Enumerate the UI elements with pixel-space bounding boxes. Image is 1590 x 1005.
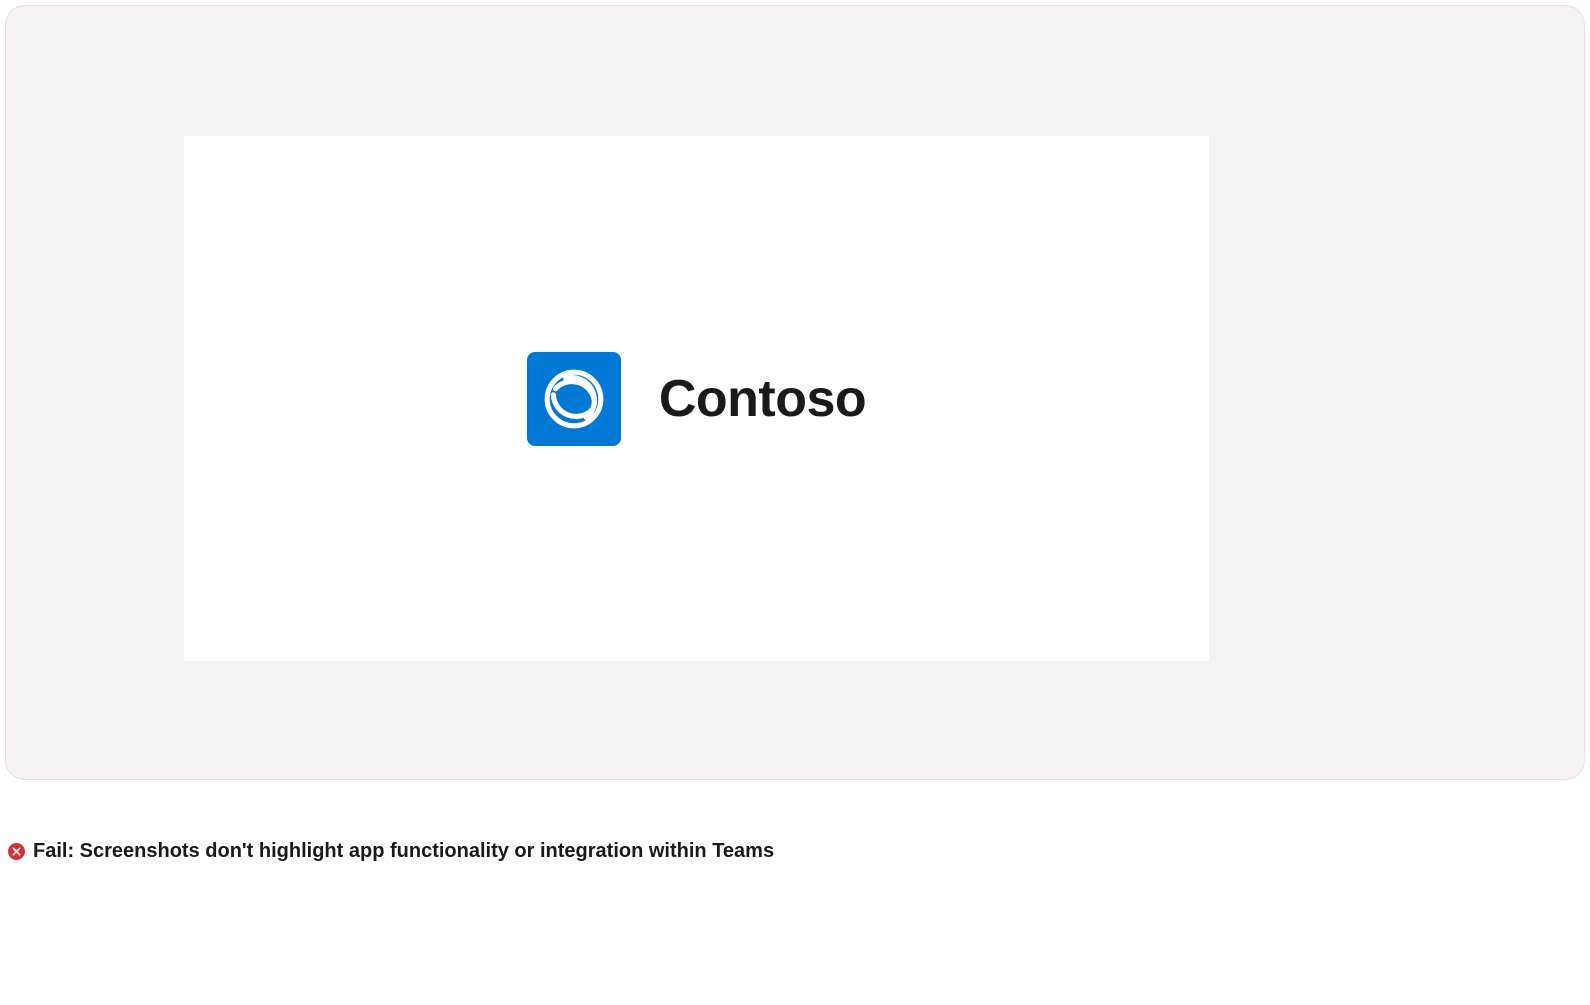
brand-name: Contoso <box>659 369 866 429</box>
example-frame: Contoso <box>5 5 1585 780</box>
fail-icon <box>8 843 25 860</box>
brand-logo-block: Contoso <box>527 352 866 446</box>
caption-text: Fail: Screenshots don't highlight app fu… <box>33 840 774 863</box>
screenshot-card: Contoso <box>184 136 1209 661</box>
caption-row: Fail: Screenshots don't highlight app fu… <box>8 840 774 863</box>
brand-logo-icon <box>527 352 621 446</box>
